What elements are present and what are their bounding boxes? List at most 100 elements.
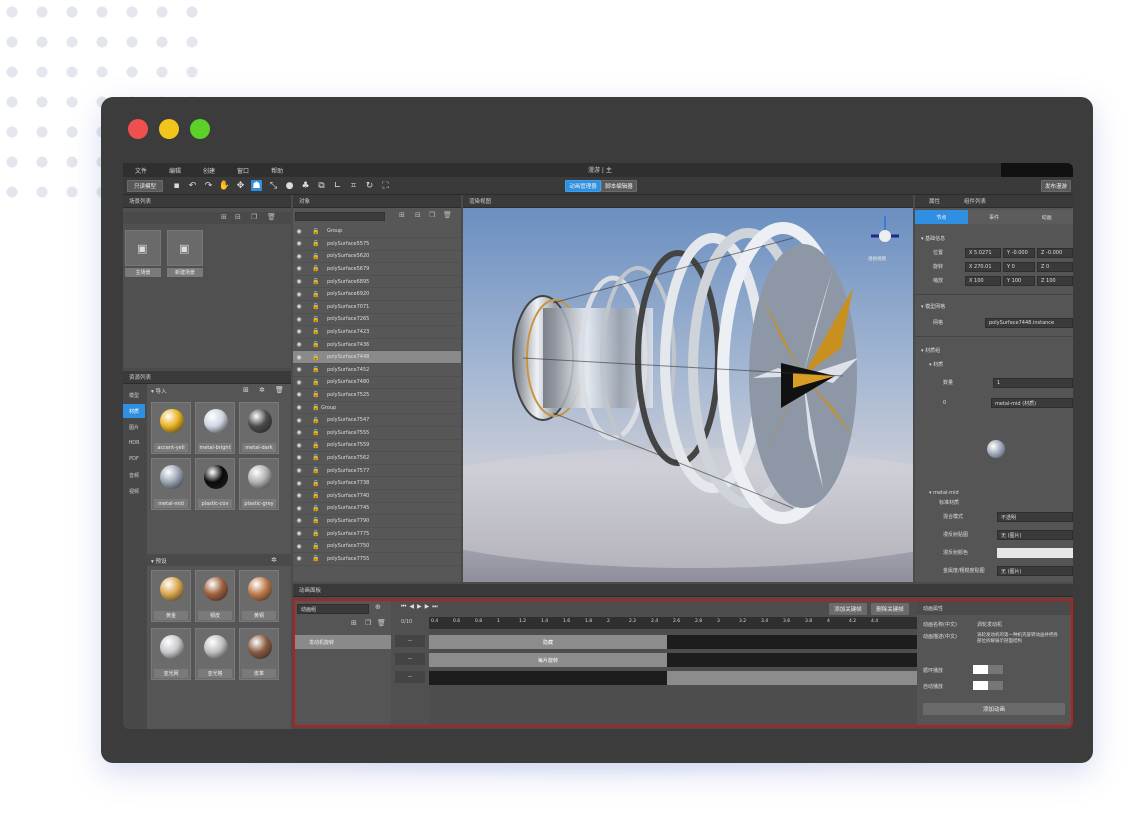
timeline-clip-empty[interactable] bbox=[429, 671, 667, 685]
add-scene-icon[interactable]: ⊞ bbox=[221, 213, 227, 221]
collapse-icon[interactable]: ⊟ bbox=[415, 211, 421, 219]
eye-icon[interactable]: ◉ bbox=[293, 341, 305, 348]
scene-thumb-new[interactable]: ▣ bbox=[167, 230, 203, 266]
resource-tab-material[interactable]: 材质 bbox=[123, 404, 145, 418]
copy-icon[interactable]: ❐ bbox=[429, 211, 435, 219]
material-item[interactable]: plastic-grey bbox=[239, 458, 279, 510]
lock-icon[interactable]: 🔒 bbox=[305, 354, 327, 361]
lock-icon[interactable]: 🔒 bbox=[305, 253, 327, 260]
eye-icon[interactable]: ◉ bbox=[293, 480, 305, 487]
add-keyframe-button[interactable]: 添加关键帧 bbox=[829, 603, 867, 615]
outliner-row[interactable]: ◉ 🔒 polySurface7423 bbox=[293, 326, 461, 339]
blend-mode-select[interactable]: 不透明 bbox=[997, 512, 1073, 522]
outliner-row[interactable]: ◉ 🔒 polySurface7740 bbox=[293, 490, 461, 503]
eye-icon[interactable]: ◉ bbox=[293, 328, 305, 335]
material-item[interactable]: metal-dark bbox=[239, 402, 279, 454]
outliner-row[interactable]: ◉ 🔒 polySurface7547 bbox=[293, 414, 461, 427]
rotation-y-field[interactable]: Y 0 bbox=[1003, 262, 1035, 272]
scale-y-field[interactable]: Y 100 bbox=[1003, 276, 1035, 286]
close-window-button[interactable] bbox=[128, 119, 148, 139]
menu-window[interactable]: 窗口 bbox=[237, 166, 249, 175]
scale-x-field[interactable]: X 100 bbox=[965, 276, 1001, 286]
save-icon[interactable]: ▪ bbox=[171, 180, 182, 191]
timeline-clip-hide[interactable]: 隐藏 bbox=[429, 635, 667, 649]
outliner-row[interactable]: ◉ 🔒 polySurface7559 bbox=[293, 440, 461, 453]
eye-icon[interactable]: ◉ bbox=[293, 543, 305, 550]
material-sub-header[interactable]: ▾ 材质 bbox=[915, 358, 1073, 371]
track-row-button[interactable]: — bbox=[395, 671, 425, 683]
lock-icon[interactable]: 🔒 bbox=[305, 543, 327, 550]
outliner-row[interactable]: ◉ 🔒 polySurface7452 bbox=[293, 364, 461, 377]
eye-icon[interactable]: ◉ bbox=[293, 555, 305, 562]
lock-icon[interactable]: 🔒 bbox=[305, 379, 327, 386]
eye-icon[interactable]: ◉ bbox=[293, 228, 305, 235]
transform-section-header[interactable]: ▾ 基础信息 bbox=[915, 232, 1073, 245]
resource-tab-audio[interactable]: 音频 bbox=[123, 468, 145, 482]
rotation-x-field[interactable]: X 270.01 bbox=[965, 262, 1001, 272]
track-row-button[interactable]: — bbox=[395, 653, 425, 665]
lock-icon[interactable]: 🔒 bbox=[305, 278, 327, 285]
eye-icon[interactable]: ◉ bbox=[293, 291, 305, 298]
eye-icon[interactable]: ◉ bbox=[293, 253, 305, 260]
select-icon[interactable]: ☗ bbox=[251, 180, 262, 191]
trash-icon[interactable]: 🗑 bbox=[275, 386, 284, 394]
copy-icon[interactable]: ❐ bbox=[365, 619, 371, 627]
sphere-icon[interactable]: ● bbox=[284, 180, 295, 191]
position-y-field[interactable]: Y -0.000 bbox=[1003, 248, 1035, 258]
outliner-row[interactable]: ◉ 🔒 polySurface7738 bbox=[293, 477, 461, 490]
outliner-row[interactable]: ◉ 🔒 polySurface5620 bbox=[293, 251, 461, 264]
lock-icon[interactable]: 🔒 bbox=[305, 517, 327, 524]
resource-tab-model[interactable]: 模型 bbox=[123, 388, 145, 402]
ruler-icon[interactable]: ∟ bbox=[332, 180, 343, 191]
hand-icon[interactable]: ✋ bbox=[219, 180, 230, 191]
mesh-section-header[interactable]: ▾ 模型网格 bbox=[915, 300, 1073, 313]
lock-icon[interactable]: 🔒 bbox=[305, 316, 327, 323]
outliner-row[interactable]: ◉ 🔒 polySurface7525 bbox=[293, 389, 461, 402]
crop-icon[interactable]: ⌗ bbox=[348, 180, 359, 191]
outliner-search-input[interactable] bbox=[295, 212, 385, 221]
anim-desc-field[interactable]: 涡轮发动机的第一种机壳旋转动画并把各部位拆解展示剖面结构 bbox=[977, 633, 1061, 645]
snap-icon[interactable]: ⧉ bbox=[316, 180, 327, 191]
resource-tab-hdr[interactable]: HDR bbox=[123, 436, 145, 450]
eye-icon[interactable]: ◉ bbox=[293, 442, 305, 449]
settings-icon[interactable]: ✲ bbox=[259, 386, 265, 394]
preset-section-header[interactable]: ▾ 预设 ✲ bbox=[147, 554, 291, 566]
lock-icon[interactable]: 🔒 bbox=[305, 505, 327, 512]
position-z-field[interactable]: Z -0.000 bbox=[1037, 248, 1073, 258]
preset-item[interactable]: 铜皮 bbox=[195, 570, 235, 622]
subtab-node[interactable]: 节点 bbox=[915, 210, 968, 224]
lock-icon[interactable]: 🔒 bbox=[305, 454, 327, 461]
eye-icon[interactable]: ◉ bbox=[293, 240, 305, 247]
add-animation-button[interactable]: 添加动画 bbox=[923, 703, 1065, 715]
fullscreen-icon[interactable]: ⛶ bbox=[380, 180, 391, 191]
menu-create[interactable]: 创建 bbox=[203, 166, 215, 175]
material-item[interactable]: metal-mid bbox=[151, 458, 191, 510]
eye-icon[interactable]: ◉ bbox=[293, 404, 305, 411]
grid-icon[interactable]: ⊞ bbox=[351, 619, 357, 627]
eye-icon[interactable]: ◉ bbox=[293, 517, 305, 524]
lock-icon[interactable]: 🔒 bbox=[305, 417, 327, 424]
outliner-row[interactable]: ◉ 🔒 polySurface5679 bbox=[293, 263, 461, 276]
readonly-model-button[interactable]: 只读模型 bbox=[127, 180, 163, 192]
eye-icon[interactable]: ◉ bbox=[293, 316, 305, 323]
add-clip-icon[interactable]: ⊕ bbox=[375, 603, 381, 611]
outliner-row[interactable]: ◉ 🔒 polySurface5575 bbox=[293, 238, 461, 251]
lock-icon[interactable]: 🔒 bbox=[305, 328, 327, 335]
move-icon[interactable]: ✥ bbox=[235, 180, 246, 191]
scale-z-field[interactable]: Z 100 bbox=[1037, 276, 1073, 286]
eye-icon[interactable]: ◉ bbox=[293, 505, 305, 512]
outliner-row[interactable]: ◉ 🔒 polySurface7071 bbox=[293, 301, 461, 314]
lock-icon[interactable]: 🔒 bbox=[305, 303, 327, 310]
eye-icon[interactable]: ◉ bbox=[293, 379, 305, 386]
eye-icon[interactable]: ◉ bbox=[293, 429, 305, 436]
lock-icon[interactable]: 🔒 bbox=[305, 341, 327, 348]
timeline-ruler[interactable]: 0.4 0.6 0.8 1 1.2 1.4 1.6 1.8 2 2.2 2.4 2.6 2.8 3 3.2 3… bbox=[429, 617, 917, 629]
eye-icon[interactable]: ◉ bbox=[293, 391, 305, 398]
outliner-row[interactable]: ◉ 🔒 polySurface7448 bbox=[293, 351, 461, 364]
outliner-row[interactable]: ◉ 🔒 polySurface7755 bbox=[293, 553, 461, 566]
outliner-row[interactable]: ◉ 🔒 polySurface7790 bbox=[293, 515, 461, 528]
menu-edit[interactable]: 编辑 bbox=[169, 166, 181, 175]
outliner-row[interactable]: ◉ 🔒 polySurface7745 bbox=[293, 503, 461, 516]
autoplay-toggle[interactable] bbox=[973, 681, 1003, 690]
publish-button[interactable]: 发布漫游 bbox=[1041, 180, 1071, 192]
